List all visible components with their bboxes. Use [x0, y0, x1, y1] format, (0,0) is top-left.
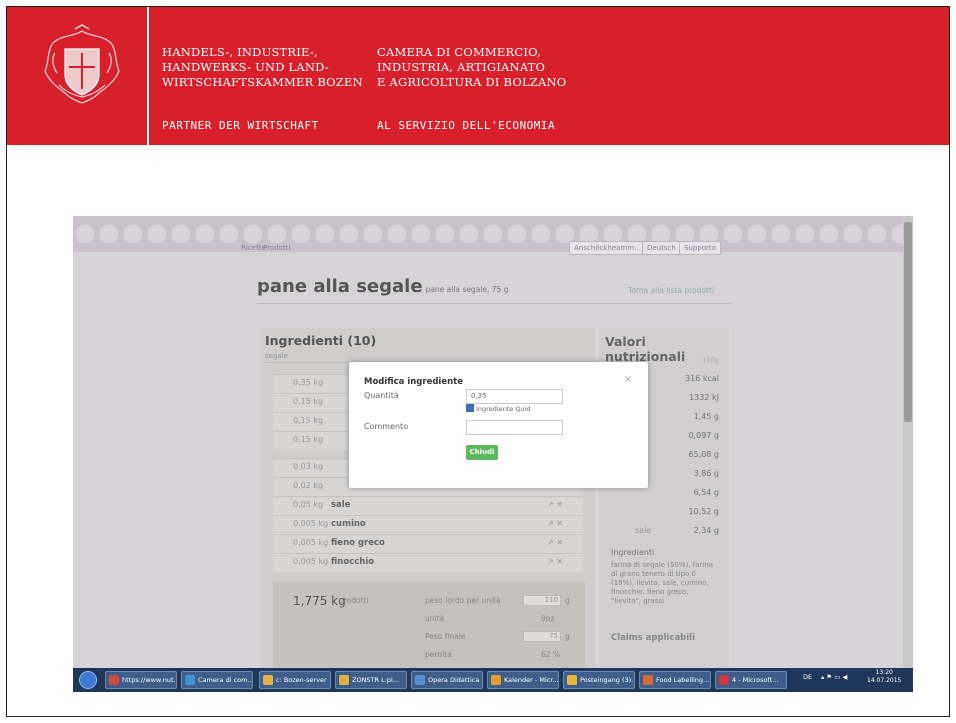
- nutrient-value: 1,45 g: [693, 412, 719, 421]
- products-label: prodotti: [339, 596, 369, 605]
- edit-delete-icons[interactable]: ↗ ✕: [547, 538, 563, 547]
- coat-of-arms-logo: [44, 24, 120, 104]
- title-divider: [257, 303, 733, 304]
- tray-icons[interactable]: ▴ ⚑ ▭ ◀: [821, 673, 847, 681]
- nutrient-value: 6,54 g: [693, 488, 719, 497]
- start-button[interactable]: [79, 671, 97, 689]
- edit-delete-icons[interactable]: ↗ ✕: [547, 500, 563, 509]
- quid-checkbox[interactable]: Ingrediente Quid: [466, 404, 531, 413]
- language-indicator[interactable]: DE: [803, 673, 812, 681]
- app-icon: [415, 675, 425, 685]
- ingredient-row[interactable]: 0,005 kg finocchio ↗ ✕: [273, 553, 583, 572]
- total-weight: 1,775 kg: [293, 594, 346, 608]
- firefox-icon: [643, 675, 653, 685]
- browser-icon: [109, 675, 119, 685]
- final-weight-label: Peso finale: [425, 632, 466, 641]
- user-menu[interactable]: Anschöckheamm... ▾: [569, 241, 652, 255]
- product-subtitle: pane alla segale, 75 g: [425, 285, 509, 294]
- german-name-line1: HANDELS-, INDUSTRIE-,: [162, 45, 318, 59]
- ingredient-row[interactable]: 0,05 kg sale ↗ ✕: [273, 496, 583, 515]
- taskbar-item[interactable]: ZONSTR L:pi...: [335, 671, 407, 689]
- italian-name-line3: E AGRICOLTURA DI BOLZANO: [377, 75, 567, 89]
- taskbar-item[interactable]: Posteingang (3)...: [563, 671, 635, 689]
- nav-products[interactable]: Prodotti: [263, 244, 290, 252]
- gross-weight-label: peso lordo per unità: [425, 596, 501, 605]
- folder-icon: [339, 675, 349, 685]
- quantity-label: Quantità: [364, 391, 399, 400]
- ingredient-row[interactable]: 0,005 kg cumino ↗ ✕: [273, 515, 583, 534]
- taskbar-item[interactable]: Kalender - Micr...: [487, 671, 559, 689]
- german-name-line2: HANDWERKS- UND LAND-: [162, 60, 329, 74]
- recipe-totals: 1,775 kg prodotti peso lordo per unità 1…: [273, 582, 585, 668]
- ie-icon: [185, 675, 195, 685]
- taskbar-item[interactable]: Food Labelling...: [639, 671, 711, 689]
- product-title: pane alla segale pane alla segale, 75 g: [257, 276, 509, 297]
- final-weight-input[interactable]: 75: [523, 631, 561, 642]
- comment-label: Commento: [364, 422, 409, 431]
- dialog-title: Modifica ingrediente: [364, 377, 463, 387]
- units-value: 9pz: [541, 614, 555, 623]
- checkbox-icon[interactable]: [466, 404, 474, 412]
- edit-ingredient-dialog: Modifica ingrediente × Quantità 0,35 Ing…: [349, 362, 648, 488]
- quantity-input[interactable]: 0,35: [466, 389, 563, 404]
- folder-icon: [263, 675, 273, 685]
- scrollbar-thumb[interactable]: [904, 222, 912, 422]
- claims-heading: Claims applicabili: [611, 633, 696, 643]
- taskbar-item[interactable]: 4 - Microsoft...: [715, 671, 787, 689]
- slide-frame: HANDELS-, INDUSTRIE-, HANDWERKS- UND LAN…: [6, 6, 950, 717]
- nutrient-value: 65,08 g: [688, 450, 719, 459]
- german-name-line3: WIRTSCHAFTSKAMMER BOZEN: [162, 75, 363, 89]
- support-button[interactable]: Supporto: [679, 241, 721, 255]
- edit-delete-icons[interactable]: ↗ ✕: [547, 519, 563, 528]
- nutrient-label-salt: sale: [635, 526, 652, 535]
- calendar-icon: [491, 675, 501, 685]
- per-100g-label: 100g: [702, 356, 719, 364]
- windows-taskbar: https://www.nut... Camera di com... c: B…: [73, 668, 913, 692]
- office-icon: [719, 675, 729, 685]
- taskbar-item[interactable]: https://www.nut...: [105, 671, 177, 689]
- loss-value: 62 %: [541, 650, 561, 659]
- nutrient-value: 2,34 g: [693, 526, 719, 535]
- back-to-list-link[interactable]: Torna alla lista prodotti: [628, 286, 714, 295]
- italian-tagline: AL SERVIZIO DELL'ECONOMIA: [377, 119, 556, 132]
- final-weight-unit: g: [565, 632, 570, 641]
- gross-weight-input[interactable]: 110: [523, 595, 561, 606]
- nutrient-value: 316 kcal: [685, 374, 719, 383]
- nutrient-value: 0,097 g: [688, 431, 719, 440]
- nutrient-value: 3,86 g: [693, 469, 719, 478]
- units-label: unità: [425, 614, 445, 623]
- ingredients-list-text: farina di segale (50%), farina di grano …: [611, 561, 714, 605]
- app-header-bar: [73, 216, 903, 252]
- close-button[interactable]: Chiudi: [466, 445, 498, 460]
- german-tagline: PARTNER DER WIRTSCHAFT: [162, 119, 319, 132]
- nutrient-value: 10,52 g: [688, 507, 719, 516]
- italian-name-line1: CAMERA DI COMMERCIO,: [377, 45, 541, 59]
- edit-delete-icons[interactable]: ↗ ✕: [547, 557, 563, 566]
- loss-label: perdita: [425, 650, 452, 659]
- clock[interactable]: 13:20 14.07.2015: [867, 669, 901, 685]
- mail-icon: [567, 675, 577, 685]
- taskbar-item[interactable]: c: Bozen-server: [259, 671, 331, 689]
- banner-divider: [147, 7, 149, 145]
- scrollbar[interactable]: [903, 216, 913, 692]
- italian-name-line2: INDUSTRIA, ARTIGIANATO: [377, 60, 546, 74]
- ingredients-heading: Ingredienti (10): [265, 333, 377, 348]
- ingredients-list-heading: Ingredienti: [611, 548, 655, 557]
- ingredient-row[interactable]: 0,005 kg fieno greco ↗ ✕: [273, 534, 583, 553]
- nutrient-value: 1332 kJ: [689, 393, 719, 402]
- app-screenshot: Ricette Prodotti Anschöckheamm... ▾ Deut…: [73, 216, 913, 692]
- taskbar-item[interactable]: Opera Didattica: [411, 671, 483, 689]
- taskbar-item[interactable]: Camera di com...: [181, 671, 253, 689]
- close-icon[interactable]: ×: [624, 374, 632, 385]
- gross-weight-unit: g: [565, 596, 570, 605]
- chamber-header-banner: HANDELS-, INDUSTRIE-, HANDWERKS- UND LAN…: [7, 7, 949, 145]
- comment-input[interactable]: [466, 420, 563, 435]
- language-button[interactable]: Deutsch: [642, 241, 681, 255]
